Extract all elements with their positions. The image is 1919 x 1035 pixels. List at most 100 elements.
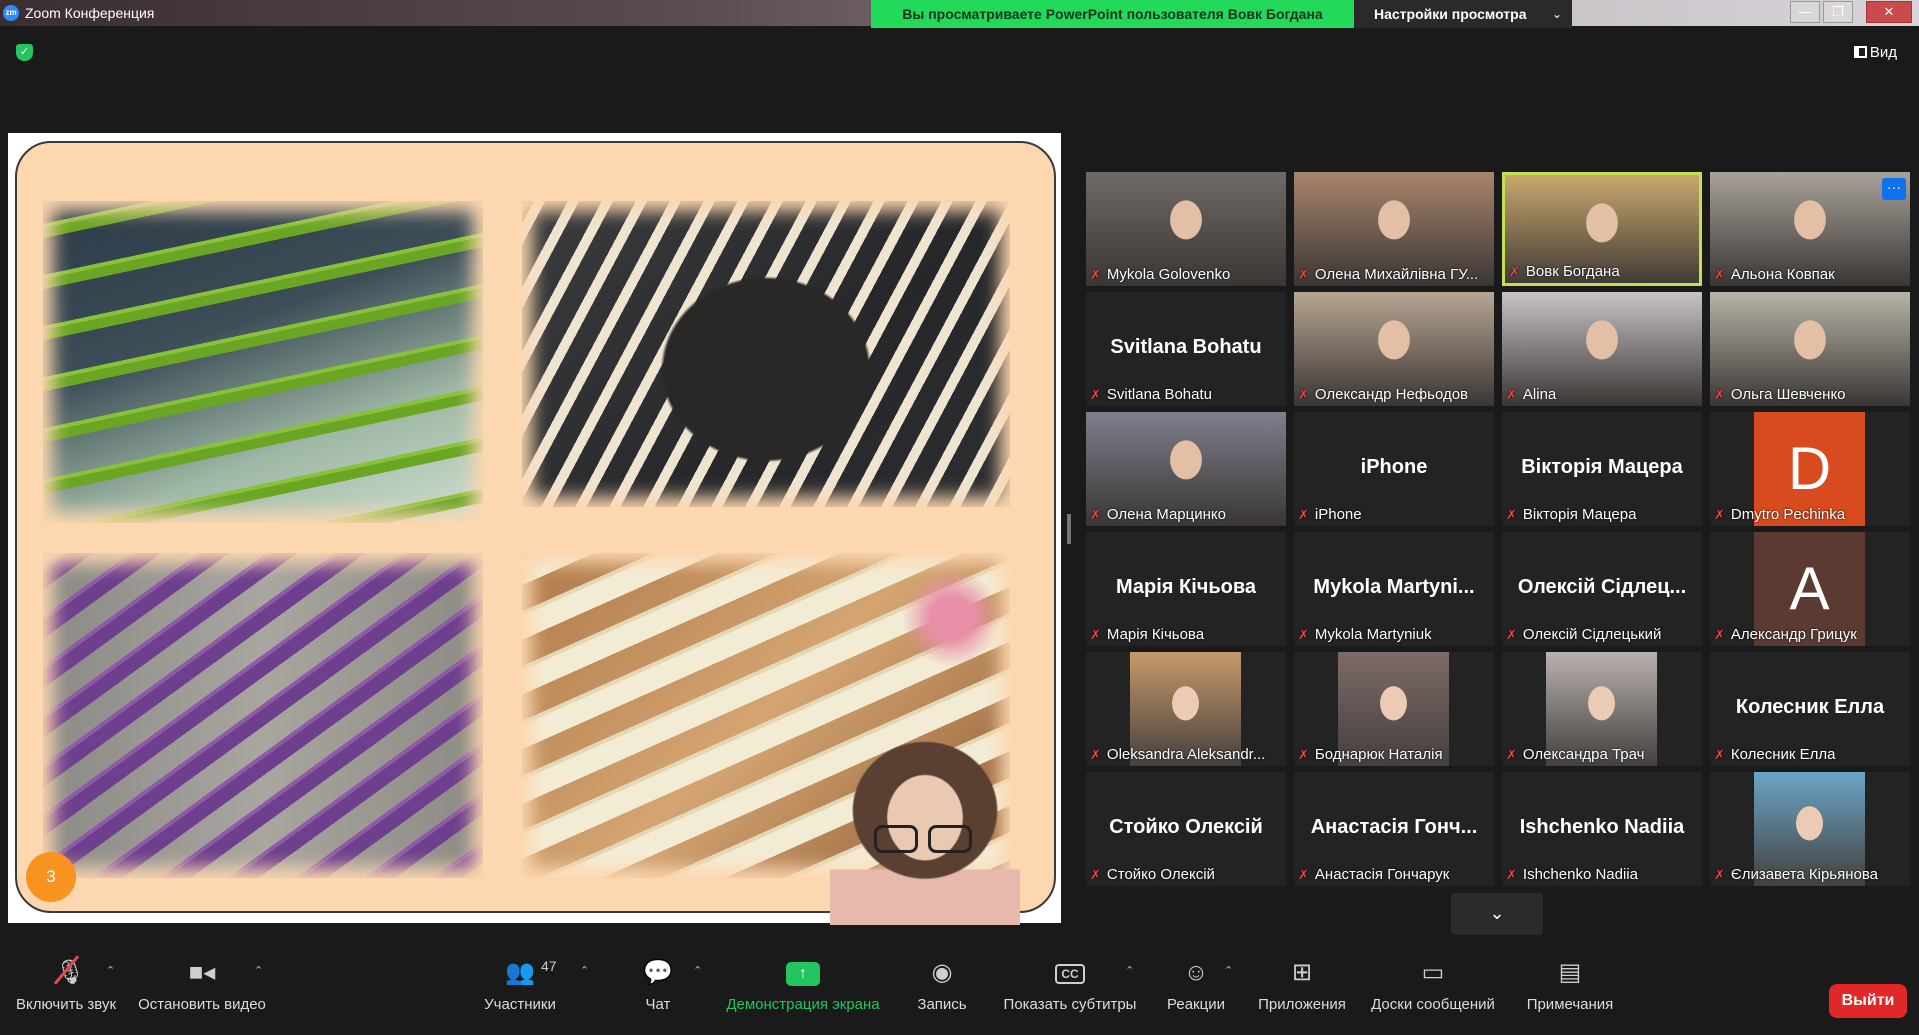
participant-tile[interactable]: Вікторія Мацера ✗ Вікторія Мацера — [1502, 412, 1702, 526]
captions-options-caret[interactable]: ⌃ — [1125, 964, 1134, 977]
green-asparagus-photo — [43, 201, 483, 523]
apps-icon: ⊞ — [1291, 959, 1313, 986]
participant-tile[interactable]: ✗ Oleksandra Aleksandr... — [1086, 652, 1286, 766]
participant-tile[interactable]: Стойко Олексій ✗ Стойко Олексій — [1086, 772, 1286, 886]
muted-mic-icon: 🎙 — [12, 954, 120, 992]
participant-name: Колесник Елла — [1730, 746, 1836, 763]
view-settings-button[interactable]: Настройки просмотра ⌄ — [1354, 0, 1572, 28]
participant-name-label: ✗ Mykola Martyniuk — [1298, 626, 1490, 643]
apps-button[interactable]: ⊞ Приложения — [1254, 954, 1350, 1013]
chat-options-caret[interactable]: ⌃ — [693, 964, 702, 977]
audio-options-caret[interactable]: ⌃ — [106, 964, 115, 977]
participant-tile[interactable]: Олексій Сідлец... ✗ Олексій Сідлецький — [1502, 532, 1702, 646]
participant-name: Ishchenko Nadiia — [1522, 866, 1638, 883]
participant-name: Анастасія Гончарук — [1314, 866, 1450, 883]
participant-tile[interactable]: ✗ Єлизавета Кірьянова — [1710, 772, 1910, 886]
participant-tile[interactable]: Анастасія Гонч... ✗ Анастасія Гончарук — [1294, 772, 1494, 886]
muted-mic-icon: ✗ — [1298, 267, 1309, 282]
participant-name: Олексій Сідлецький — [1522, 626, 1662, 643]
record-button[interactable]: ◉ Запись — [912, 954, 972, 1013]
asparagus-varieties-photo — [522, 201, 1010, 507]
reactions-options-caret[interactable]: ⌃ — [1224, 964, 1233, 977]
muted-mic-icon: ✗ — [1298, 627, 1309, 642]
participant-tile[interactable]: ✗ Ольга Шевченко — [1710, 292, 1910, 406]
participant-tile[interactable]: ✗ Альона Ковпак ··· — [1710, 172, 1910, 286]
zoom-logo-icon: zm — [3, 5, 19, 21]
muted-mic-icon: ✗ — [1298, 387, 1309, 402]
whiteboards-label: Доски сообщений — [1371, 996, 1495, 1013]
participant-tile[interactable]: Марія Кічьова ✗ Марія Кічьова — [1086, 532, 1286, 646]
participant-display-name: Марія Кічьова — [1115, 576, 1257, 598]
gallery-next-page-button[interactable]: ⌄ — [1451, 893, 1543, 935]
muted-mic-icon: ✗ — [1090, 747, 1101, 762]
participant-tile[interactable]: ✗ Олена Марцинко — [1086, 412, 1286, 526]
panel-splitter-handle[interactable] — [1067, 514, 1071, 544]
participant-display-name: Ishchenko Nadiia — [1519, 816, 1685, 838]
unmute-button[interactable]: 🎙 Включить звук — [12, 954, 120, 1013]
share-banner: Вы просматриваете PowerPoint пользовател… — [871, 0, 1354, 28]
participant-tile[interactable]: ✗ Вовк Богдана — [1502, 172, 1702, 286]
muted-mic-icon: ✗ — [1090, 387, 1101, 402]
muted-mic-icon: ✗ — [1298, 747, 1309, 762]
participant-name: Ольга Шевченко — [1730, 386, 1846, 403]
grid-view-icon — [1853, 46, 1867, 58]
participants-options-caret[interactable]: ⌃ — [580, 964, 589, 977]
participant-name-label: ✗ Svitlana Bohatu — [1090, 386, 1282, 403]
share-screen-button[interactable]: ↑ Демонстрация экрана — [722, 954, 884, 1013]
participant-tile[interactable]: Svitlana Bohatu ✗ Svitlana Bohatu — [1086, 292, 1286, 406]
security-shield-icon[interactable]: ✓ — [16, 44, 33, 61]
participant-tile[interactable]: iPhone ✗ iPhone — [1294, 412, 1494, 526]
view-button[interactable]: Вид — [1853, 44, 1897, 61]
presenter-glasses — [868, 825, 978, 855]
participant-name-label: ✗ Єлизавета Кірьянова — [1714, 866, 1906, 883]
muted-mic-icon: ✗ — [1090, 627, 1101, 642]
participant-tile[interactable]: D ✗ Dmytro Pechinka — [1710, 412, 1910, 526]
participant-name: Олександр Нефьодов — [1314, 386, 1469, 403]
slide-number-badge: 3 — [26, 852, 76, 902]
muted-mic-icon: ✗ — [1714, 387, 1725, 402]
participant-name-label: ✗ Dmytro Pechinka — [1714, 506, 1906, 523]
video-options-caret[interactable]: ⌃ — [254, 964, 263, 977]
participant-name-label: ✗ Олександра Трач — [1506, 746, 1698, 763]
participant-display-name: Вікторія Мацера — [1521, 456, 1683, 478]
participant-display-name: Mykola Martyni... — [1313, 576, 1475, 598]
participant-name: Марія Кічьова — [1106, 626, 1205, 643]
participant-tile[interactable]: A ✗ Александр Грицук — [1710, 532, 1910, 646]
muted-mic-icon: ✗ — [1714, 507, 1725, 522]
participant-tile[interactable]: Mykola Martyni... ✗ Mykola Martyniuk — [1294, 532, 1494, 646]
participant-tile[interactable]: ✗ Боднарюк Наталія — [1294, 652, 1494, 766]
maximize-button[interactable]: ❐ — [1823, 1, 1853, 23]
participant-tile[interactable]: ✗ Mykola Golovenko — [1086, 172, 1286, 286]
more-options-icon[interactable]: ··· — [1882, 178, 1906, 200]
participant-name: Oleksandra Aleksandr... — [1106, 746, 1266, 763]
participant-tile[interactable]: Ishchenko Nadiia ✗ Ishchenko Nadiia — [1502, 772, 1702, 886]
whiteboards-button[interactable]: ▭ Доски сообщений — [1366, 954, 1500, 1013]
participant-display-name: Анастасія Гонч... — [1310, 816, 1478, 838]
close-button[interactable]: ✕ — [1866, 1, 1912, 23]
participant-name-label: ✗ Олена Михайлівна ГУ... — [1298, 266, 1490, 283]
participant-tile[interactable]: ✗ Олександра Трач — [1502, 652, 1702, 766]
participant-display-name: Стойко Олексій — [1109, 816, 1263, 838]
record-label: Запись — [917, 996, 967, 1013]
participant-name: Вікторія Мацера — [1522, 506, 1637, 523]
participant-tile[interactable]: ✗ Олена Михайлівна ГУ... — [1294, 172, 1494, 286]
notes-button[interactable]: ▤ Примечания — [1522, 954, 1618, 1013]
muted-mic-icon: ✗ — [1506, 747, 1517, 762]
record-icon: ◉ — [931, 959, 953, 986]
stop-video-button[interactable]: ■◂ Остановить видео — [136, 954, 268, 1013]
reactions-button[interactable]: ☺ Реакции — [1164, 954, 1228, 1013]
participant-tile[interactable]: Колесник Елла ✗ Колесник Елла — [1710, 652, 1910, 766]
minimize-button[interactable]: — — [1790, 1, 1820, 23]
participant-name: Олена Михайлівна ГУ... — [1314, 266, 1479, 283]
chevron-down-icon: ⌄ — [1551, 7, 1562, 21]
muted-mic-icon: ✗ — [1090, 507, 1101, 522]
chat-button[interactable]: 💬 Чат — [636, 954, 680, 1013]
unmute-label: Включить звук — [15, 996, 117, 1013]
show-captions-button[interactable]: CC Показать субтитры — [1000, 954, 1140, 1013]
leave-meeting-button[interactable]: Выйти — [1829, 984, 1907, 1018]
participant-tile[interactable]: ✗ Alina — [1502, 292, 1702, 406]
participant-display-name: Svitlana Bohatu — [1110, 336, 1262, 358]
muted-mic-icon: ✗ — [1714, 747, 1725, 762]
participant-name: Олена Марцинко — [1106, 506, 1226, 523]
participant-tile[interactable]: ✗ Олександр Нефьодов — [1294, 292, 1494, 406]
